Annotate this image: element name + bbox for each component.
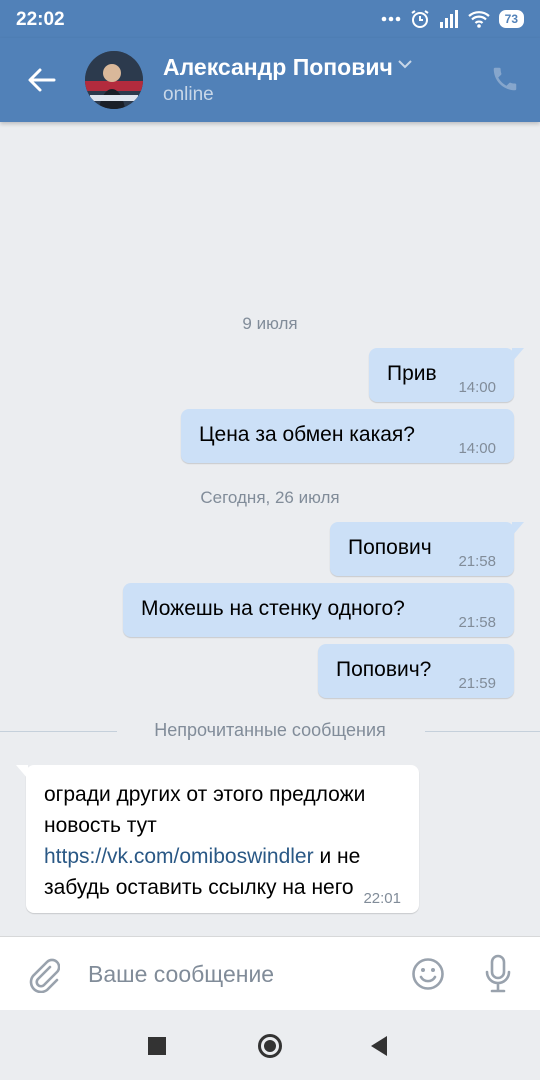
message-time: 14:00 [458,379,496,396]
system-nav-bar [0,1010,540,1080]
dots-icon [381,16,400,22]
date-separator: Сегодня, 26 июля [200,488,340,507]
message-time: 21:59 [458,675,496,692]
wifi-icon [467,11,490,28]
chat-header: Александр Попович online [0,38,540,122]
recent-apps-button[interactable] [148,1037,166,1055]
message-input[interactable] [86,953,390,995]
outgoing-message[interactable]: Можешь на стенку одного? 21:58 [123,583,514,637]
message-text: огради других от этого предложи новость … [44,783,366,899]
divider [425,731,540,732]
message-text: Цена за обмен какая? [199,423,415,446]
status-time: 22:02 [16,9,65,30]
contact-name[interactable]: Александр Попович [163,54,393,81]
message-time: 22:01 [363,890,401,907]
signal-icon [439,10,458,28]
back-arrow-icon[interactable] [26,64,58,96]
emoji-icon[interactable] [411,957,445,991]
incoming-message[interactable]: огради других от этого предложи новость … [16,765,419,913]
battery-icon: 73 [498,10,524,28]
message-text: Попович? [336,658,432,681]
message-text: Попович [348,536,432,559]
message-text: Можешь на стенку одного? [141,597,405,620]
microphone-icon[interactable] [483,954,513,994]
message-time: 14:00 [458,440,496,457]
outgoing-message[interactable]: Попович 21:58 [330,522,524,576]
contact-status: online [163,84,214,105]
chevron-down-icon[interactable] [397,59,413,69]
back-button[interactable] [370,1035,388,1057]
status-icons: 73 [381,9,524,29]
date-separator: 9 июля [242,314,298,333]
message-link[interactable]: https://vk.com/omiboswindler [44,845,314,868]
outgoing-message[interactable]: Попович? 21:59 [318,644,514,698]
home-button[interactable] [257,1033,283,1059]
composer-bar [0,936,540,1011]
message-time: 21:58 [458,553,496,570]
phone-icon[interactable] [490,64,520,94]
unread-separator: Непрочитанные сообщения [0,718,540,744]
alarm-icon [411,10,429,28]
paperclip-icon[interactable] [26,955,60,993]
outgoing-message[interactable]: Прив 14:00 [369,348,524,402]
status-bar: 22:02 73 [0,0,540,38]
message-time: 21:58 [458,614,496,631]
outgoing-message[interactable]: Цена за обмен какая? 14:00 [181,409,514,463]
avatar[interactable] [85,51,143,109]
message-text: Прив [387,362,437,385]
